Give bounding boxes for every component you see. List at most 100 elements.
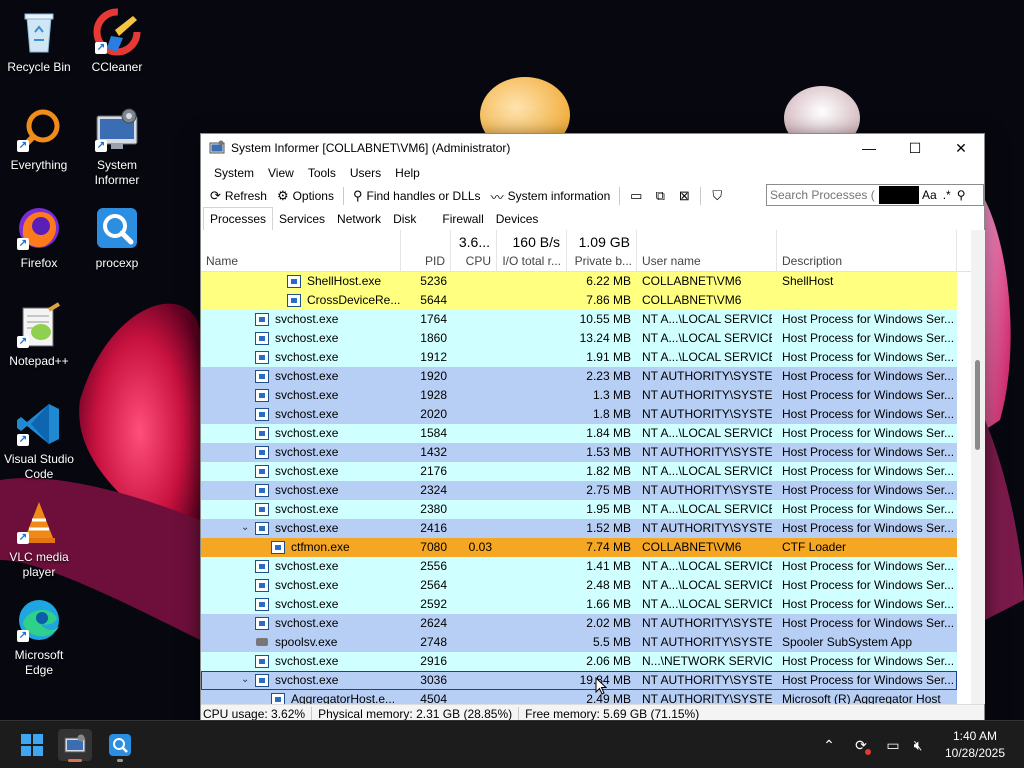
mute-volume-icon[interactable]: 🔇︎ (907, 721, 929, 768)
desktop-icon-ccleaner[interactable]: ↗ CCleaner (78, 8, 156, 75)
search-icon[interactable]: ⚲ (954, 188, 969, 202)
desktop-icon-vlc[interactable]: ↗ VLC media player (0, 498, 78, 580)
network-icon[interactable]: ▭ (882, 721, 904, 768)
close-button[interactable]: ✕ (938, 134, 984, 162)
process-row[interactable]: spoolsv.exe 2748 5.5 MB NT AUTHORITY\SYSTEM… (201, 633, 957, 652)
find-window-icon[interactable]: ⧉ (648, 185, 672, 207)
process-row[interactable]: svchost.exe 1432 1.53 MB NT AUTHORITY\SYSTE… (201, 443, 957, 462)
process-row[interactable]: svchost.exe 2176 1.82 MB NT A...\LOCAL SERV… (201, 462, 957, 481)
pid-cell: 1432 (420, 445, 447, 459)
process-row[interactable]: AggregatorHost.e... 4504 2.49 MB NT AUTHORI… (201, 690, 957, 704)
menu-help[interactable]: Help (388, 166, 427, 180)
regex-toggle[interactable]: .* (940, 188, 954, 202)
pid-cell: 3036 (420, 673, 447, 687)
column-header-user[interactable]: User name (637, 230, 777, 272)
column-header-private[interactable]: 1.09 GB Private b... (567, 230, 637, 272)
system-information-button[interactable]: 〰 System information (486, 185, 616, 207)
options-button[interactable]: ⚙ Options (272, 185, 339, 207)
desktop-icon-label: VLC media player (9, 550, 69, 579)
search-input[interactable] (767, 188, 879, 202)
private-bytes-cell: 1.91 MB (586, 350, 631, 364)
column-header-cpu[interactable]: 3.6... CPU (451, 230, 497, 272)
desktop-icon-notepadpp[interactable]: ↗ Notepad++ (0, 302, 78, 369)
chevron-down-icon[interactable]: ⌄ (241, 522, 249, 533)
menu-system[interactable]: System (207, 166, 261, 180)
chevron-down-icon[interactable]: ⌄ (241, 674, 249, 685)
process-icon (255, 427, 269, 440)
tab-processes[interactable]: Processes (203, 207, 274, 232)
process-row[interactable]: ShellHost.exe 5236 6.22 MB COLLABNET\VM6 She… (201, 272, 957, 291)
process-row[interactable]: svchost.exe 2624 2.02 MB NT AUTHORITY\SYSTE… (201, 614, 957, 633)
description-cell: Host Process for Windows Ser... (782, 331, 954, 345)
shortcut-arrow-icon: ↗ (17, 238, 29, 250)
column-header-pid[interactable]: PID (401, 230, 451, 272)
tab-devices[interactable]: Devices (490, 208, 545, 231)
process-row[interactable]: svchost.exe 1928 1.3 MB NT AUTHORITY\SYSTEM… (201, 386, 957, 405)
menu-users[interactable]: Users (343, 166, 388, 180)
window-icon[interactable]: ▭ (624, 185, 648, 207)
taskbar-system-informer[interactable] (58, 729, 92, 762)
description-cell: Host Process for Windows Ser... (782, 616, 954, 630)
process-rows: ShellHost.exe 5236 6.22 MB COLLABNET\VM6 She… (201, 272, 957, 704)
process-row[interactable]: ⌄ svchost.exe 3036 19.84 MB NT AUTHORITY\SYS… (201, 671, 957, 690)
desktop-icon-recycle-bin[interactable]: Recycle Bin (0, 8, 78, 75)
find-handles-button[interactable]: ⚲ Find handles or DLLs (348, 185, 486, 207)
sync-icon[interactable]: ⟳ (850, 721, 872, 768)
start-button[interactable] (15, 729, 49, 761)
tab-disk[interactable]: Disk (387, 208, 422, 231)
process-name-cell: svchost.exe (255, 348, 401, 367)
process-name: spoolsv.exe (275, 635, 338, 649)
process-row[interactable]: svchost.exe 2556 1.41 MB NT A...\LOCAL SERV… (201, 557, 957, 576)
scrollbar-thumb[interactable] (975, 360, 980, 450)
process-row[interactable]: svchost.exe 2916 2.06 MB N...\NETWORK SERVI… (201, 652, 957, 671)
column-header-description[interactable]: Description (777, 230, 957, 272)
process-row[interactable]: ctfmon.exe 7080 0.03 7.74 MB COLLABNET\VM6 CT… (201, 538, 957, 557)
shortcut-arrow-icon: ↗ (17, 434, 29, 446)
cpu-cell (451, 690, 492, 704)
desktop-icon-procexp[interactable]: procexp (78, 204, 156, 271)
column-label: I/O total r... (502, 254, 561, 268)
column-header-io[interactable]: 160 B/s I/O total r... (497, 230, 567, 272)
taskbar-procexp[interactable] (103, 729, 137, 762)
shield-icon[interactable]: ⛉ (705, 185, 729, 207)
window-titlebar[interactable]: System Informer [COLLABNET\VM6] (Adminis… (201, 134, 984, 162)
user-name-cell: NT A...\LOCAL SERVICE (642, 312, 772, 326)
process-row[interactable]: svchost.exe 2592 1.66 MB NT A...\LOCAL SERV… (201, 595, 957, 614)
process-name-cell: svchost.exe (255, 614, 401, 633)
desktop-icon-system-informer[interactable]: ↗ System Informer (78, 106, 156, 188)
user-name-cell: NT AUTHORITY\SYSTEM (642, 521, 772, 535)
process-row[interactable]: CrossDeviceRe... 5644 7.86 MB COLLABNET\VM6 (201, 291, 957, 310)
desktop-icon-vscode[interactable]: ↗ Visual Studio Code (0, 400, 78, 482)
minimize-button[interactable]: — (846, 134, 892, 162)
process-row[interactable]: svchost.exe 1920 2.23 MB NT AUTHORITY\SYSTE… (201, 367, 957, 386)
process-row[interactable]: svchost.exe 2564 2.48 MB NT A...\LOCAL SERV… (201, 576, 957, 595)
process-row[interactable]: svchost.exe 1912 1.91 MB NT A...\LOCAL SERV… (201, 348, 957, 367)
tab-services[interactable]: Services (273, 208, 331, 231)
refresh-button[interactable]: ⟳ Refresh (205, 185, 272, 207)
desktop-icon-firefox[interactable]: ↗ Firefox (0, 204, 78, 271)
terminate-icon[interactable]: ⊠ (672, 185, 696, 207)
process-row[interactable]: svchost.exe 1764 10.55 MB NT A...\LOCAL SER… (201, 310, 957, 329)
chevron-up-icon[interactable]: ⌃ (818, 721, 840, 768)
column-header-name[interactable]: Name (201, 230, 401, 272)
desktop-icon-everything[interactable]: ↗ Everything (0, 106, 78, 173)
red-dot-icon (865, 749, 871, 755)
description-cell: Host Process for Windows Ser... (782, 502, 954, 516)
process-row[interactable]: svchost.exe 2324 2.75 MB NT AUTHORITY\SYSTE… (201, 481, 957, 500)
desktop-icon-edge[interactable]: ↗ Microsoft Edge (0, 596, 78, 678)
tab-network[interactable]: Network (331, 208, 387, 231)
process-row[interactable]: svchost.exe 2020 1.8 MB NT AUTHORITY\SYSTEM… (201, 405, 957, 424)
tab-firewall[interactable]: Firewall (436, 208, 489, 231)
match-case-toggle[interactable]: Aa (919, 188, 940, 202)
column-total: 160 B/s (512, 234, 560, 250)
description-cell: Host Process for Windows Ser... (782, 464, 954, 478)
maximize-button[interactable]: ☐ (892, 134, 938, 162)
process-row[interactable]: svchost.exe 2380 1.95 MB NT A...\LOCAL SERV… (201, 500, 957, 519)
menu-view[interactable]: View (261, 166, 301, 180)
menu-tools[interactable]: Tools (301, 166, 343, 180)
process-row[interactable]: ⌄ svchost.exe 2416 1.52 MB NT AUTHORITY\SYST… (201, 519, 957, 538)
process-row[interactable]: svchost.exe 1860 13.24 MB NT A...\LOCAL SER… (201, 329, 957, 348)
vertical-scrollbar[interactable] (971, 230, 985, 704)
taskbar-clock[interactable]: 1:40 AM 10/28/2025 (930, 728, 1020, 762)
process-row[interactable]: svchost.exe 1584 1.84 MB NT A...\LOCAL SERV… (201, 424, 957, 443)
